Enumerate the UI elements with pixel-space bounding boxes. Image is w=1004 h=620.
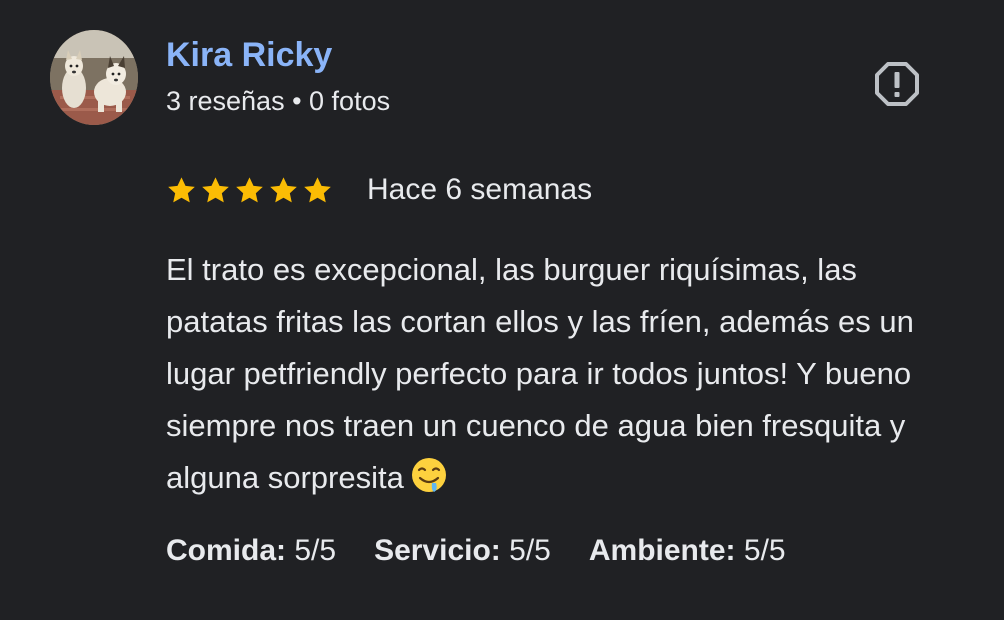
author-name-link[interactable]: Kira Ricky [166,36,332,75]
author-meta: 3 reseñas • 0 fotos [166,86,391,116]
sub-rating-atmosphere: Ambiente: 5/5 [589,534,786,568]
sub-rating-label: Ambiente: [588,534,736,567]
sub-ratings: Comida: 5/5 Servicio: 5/5 Ambiente: 5/5 [166,534,786,568]
star-icon [202,176,229,202]
sub-rating-food: Comida: 5/5 [166,534,336,568]
review-date: Hace 6 semanas [367,173,593,206]
sub-rating-value: 5/5 [294,534,337,567]
author-avatar[interactable] [50,30,138,125]
review-text: El trato es excepcional, las burguer riq… [166,244,966,504]
review-text-body: El trato es excepcional, las burguer riq… [166,252,914,495]
star-icon [168,176,195,202]
drooling-face-emoji-icon [410,456,448,494]
sub-rating-label: Servicio: [374,534,501,567]
sub-rating-value: 5/5 [743,534,786,567]
star-icon [270,176,297,202]
report-icon[interactable] [873,60,921,108]
star-rating [166,175,333,206]
rating-row: Hace 6 semanas [166,168,592,212]
sub-rating-value: 5/5 [509,534,551,567]
sub-rating-service: Servicio: 5/5 [374,534,551,568]
sub-rating-label: Comida: [166,534,286,567]
star-icon [304,176,331,202]
star-icon [236,176,263,202]
